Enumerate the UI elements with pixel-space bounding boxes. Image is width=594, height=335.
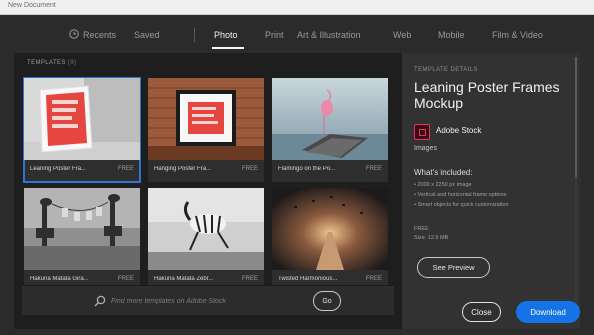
tab-saved[interactable]: Saved (134, 30, 160, 40)
template-thumbnail (24, 188, 140, 270)
provider-name: Adobe Stock (436, 126, 482, 135)
whats-included-title: What's included: (414, 168, 473, 177)
active-tab-indicator (212, 47, 244, 49)
tab-film-video[interactable]: Film & Video (492, 30, 543, 40)
template-thumbnail (272, 188, 388, 270)
window-titlebar: New Document (0, 0, 594, 15)
stock-search-bar: Go (22, 285, 394, 315)
adobe-stock-logo-icon (414, 124, 430, 140)
template-caption: Hanging Poster Fra... (154, 166, 212, 172)
download-button[interactable]: Download (516, 301, 580, 323)
go-button[interactable]: Go (313, 291, 341, 311)
details-section-label: TEMPLATE DETAILS (414, 67, 478, 73)
template-caption: Flamingo on the Po... (278, 166, 336, 172)
free-badge: FREE (365, 166, 382, 172)
price-label: FREE (414, 226, 429, 232)
template-caption: Twisted Harmonious... (278, 276, 338, 282)
details-title: Leaning Poster Frames Mockup (414, 79, 560, 111)
free-badge: FREE (117, 166, 134, 172)
template-card-zebra[interactable]: Hakuna Matata Zebr... FREE (148, 188, 264, 292)
template-card-hanging-poster[interactable]: Hanging Poster Fra... FREE (148, 78, 264, 182)
close-button[interactable]: Close (462, 302, 501, 322)
templates-label: TEMPLATES (27, 60, 66, 66)
stock-search-input[interactable] (111, 294, 291, 308)
template-card-leaning-poster[interactable]: Leaning Poster Fra... FREE (23, 77, 141, 183)
tab-photo[interactable]: Photo (214, 30, 238, 40)
template-thumbnail (148, 78, 264, 160)
search-icon (94, 295, 106, 307)
clock-icon (69, 29, 79, 39)
template-details-panel: TEMPLATE DETAILS Leaning Poster Frames M… (402, 53, 580, 329)
template-caption: Hakuna Matata Gira... (30, 276, 89, 282)
window-title: New Document (8, 2, 56, 9)
details-scrollbar-thumb[interactable] (575, 57, 577, 177)
templates-heading: TEMPLATES (9) (27, 60, 76, 66)
free-badge: FREE (365, 276, 382, 282)
file-size-label: Size: 12.9 MB (414, 235, 449, 241)
free-badge: FREE (117, 276, 134, 282)
tab-print[interactable]: Print (265, 30, 284, 40)
included-item: • 2000 x 2250 px image (414, 182, 472, 188)
template-thumbnail (24, 78, 140, 160)
tab-mobile[interactable]: Mobile (438, 30, 465, 40)
free-badge: FREE (241, 276, 258, 282)
included-item: • Smart objects for quick customization (414, 202, 509, 208)
templates-panel: TEMPLATES (9) Leaning Poster Fra... FREE (14, 53, 402, 329)
template-card-giraffes[interactable]: Hakuna Matata Gira... FREE (24, 188, 140, 292)
template-thumbnail (272, 78, 388, 160)
template-caption: Hakuna Matata Zebr... (154, 276, 214, 282)
provider-subtitle: Images (414, 145, 437, 152)
included-item: • Vertical and horizontal frame options (414, 192, 507, 198)
tab-web[interactable]: Web (393, 30, 411, 40)
template-card-twisted[interactable]: Twisted Harmonious... FREE (272, 188, 388, 292)
free-badge: FREE (241, 166, 258, 172)
template-caption: Leaning Poster Fra... (30, 166, 87, 172)
template-thumbnail (148, 188, 264, 270)
see-preview-button[interactable]: See Preview (417, 257, 490, 278)
template-card-flamingo[interactable]: Flamingo on the Po... FREE (272, 78, 388, 182)
templates-count: (9) (67, 60, 77, 66)
tab-art-illustration[interactable]: Art & Illustration (297, 30, 361, 40)
tab-divider (194, 28, 195, 42)
tab-recents[interactable]: Recents (83, 30, 116, 40)
category-tab-bar: Recents Saved Photo Print Art & Illustra… (14, 18, 580, 52)
